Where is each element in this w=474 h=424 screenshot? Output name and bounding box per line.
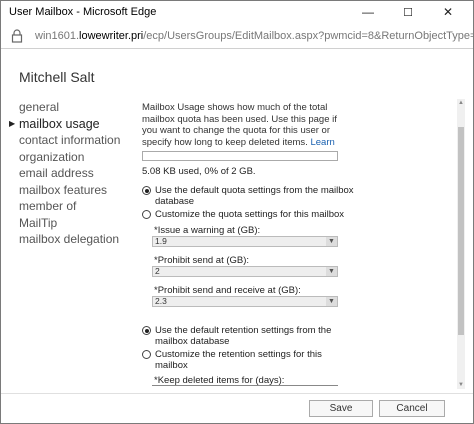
address-bar[interactable]: win1601.lowewriter.pri/ecp/UsersGroups/E… <box>1 23 473 49</box>
quota-default-line1: Use the default quota settings from the … <box>155 185 354 196</box>
mailbox-usage-panel: Mailbox Usage shows how much of the tota… <box>142 102 452 386</box>
sidebar-item-mailbox-usage[interactable]: ▶ mailbox usage <box>9 116 120 133</box>
maximize-button[interactable]: ☐ <box>393 1 423 23</box>
retention-default-line2: mailbox database <box>155 336 230 347</box>
url-path: /ecp/UsersGroups/EditMailbox.aspx?pwmcid… <box>143 30 473 42</box>
prohibit-send-receive-select[interactable]: 2.3 ▼ <box>152 296 338 307</box>
warning-label: *Issue a warning at (GB): <box>154 225 261 236</box>
retention-custom-label: Customize the retention settings for thi… <box>155 349 322 371</box>
sidebar-item-email-address[interactable]: email address <box>19 165 120 182</box>
sidebar-item-contact-information[interactable]: contact information <box>19 132 120 149</box>
sidebar-item-mailbox-features[interactable]: mailbox features <box>19 182 120 199</box>
quota-custom-radio[interactable] <box>142 210 151 219</box>
scrollbar[interactable]: ▲ ▼ <box>457 99 465 389</box>
chevron-down-icon: ▼ <box>326 267 337 276</box>
scroll-down-icon[interactable]: ▼ <box>457 381 465 389</box>
dialog-footer: Save Cancel <box>1 393 473 423</box>
retention-custom-line1: Customize the retention settings for thi… <box>155 349 322 360</box>
usage-text: 5.08 KB used, 0% of 2 GB. <box>142 166 256 177</box>
url-prefix: win1601. <box>35 30 80 42</box>
retention-default-radio[interactable] <box>142 326 151 335</box>
prohibit-send-receive-value: 2.3 <box>155 296 167 306</box>
minimize-button[interactable]: — <box>353 1 383 23</box>
sidebar-item-organization[interactable]: organization <box>19 149 120 166</box>
sidebar-item-mailtip[interactable]: MailTip <box>19 215 120 232</box>
url-host: lowewriter.pri <box>79 30 144 42</box>
quota-custom-label: Customize the quota settings for this ma… <box>155 209 345 220</box>
chevron-down-icon: ▼ <box>326 297 337 306</box>
quota-default-line2: database <box>155 196 195 207</box>
close-button[interactable]: ✕ <box>433 1 463 23</box>
url-text[interactable]: win1601.lowewriter.pri/ecp/UsersGroups/E… <box>35 30 473 42</box>
retention-custom-line2: mailbox <box>155 360 188 371</box>
window-title: User Mailbox - Microsoft Edge <box>9 6 157 18</box>
usage-progress-bar <box>142 151 338 161</box>
retention-custom-radio[interactable] <box>142 350 151 359</box>
prohibit-send-select[interactable]: 2 ▼ <box>152 266 338 277</box>
keep-deleted-input[interactable] <box>152 385 338 386</box>
scrollbar-thumb[interactable] <box>458 127 464 335</box>
warning-select[interactable]: 1.9 ▼ <box>152 236 338 247</box>
sidebar-nav: general ▶ mailbox usage contact informati… <box>9 99 120 248</box>
page-title: Mitchell Salt <box>19 69 95 85</box>
save-button[interactable]: Save <box>309 400 373 417</box>
browser-window: User Mailbox - Microsoft Edge — ☐ ✕ win1… <box>0 0 474 424</box>
warning-value: 1.9 <box>155 236 167 246</box>
retention-default-line1: Use the default retention settings from … <box>155 325 332 336</box>
cancel-button[interactable]: Cancel <box>379 400 445 417</box>
prohibit-send-value: 2 <box>155 266 160 276</box>
description-text: Mailbox Usage shows how much of the tota… <box>142 102 337 148</box>
title-bar: User Mailbox - Microsoft Edge — ☐ ✕ <box>1 1 473 23</box>
lock-icon <box>11 29 23 43</box>
sidebar-item-label: mailbox usage <box>19 116 100 131</box>
selected-arrow-icon: ▶ <box>9 118 16 128</box>
quota-default-radio[interactable] <box>142 186 151 195</box>
quota-default-label: Use the default quota settings from the … <box>155 185 354 207</box>
sidebar-item-mailbox-delegation[interactable]: mailbox delegation <box>19 231 120 248</box>
sidebar-item-general[interactable]: general <box>19 99 120 116</box>
chevron-down-icon: ▼ <box>326 237 337 246</box>
sidebar-item-member-of[interactable]: member of <box>19 198 120 215</box>
prohibit-send-label: *Prohibit send at (GB): <box>154 255 250 266</box>
scroll-up-icon[interactable]: ▲ <box>457 99 465 107</box>
retention-default-label: Use the default retention settings from … <box>155 325 331 347</box>
prohibit-send-receive-label: *Prohibit send and receive at (GB): <box>154 285 301 296</box>
